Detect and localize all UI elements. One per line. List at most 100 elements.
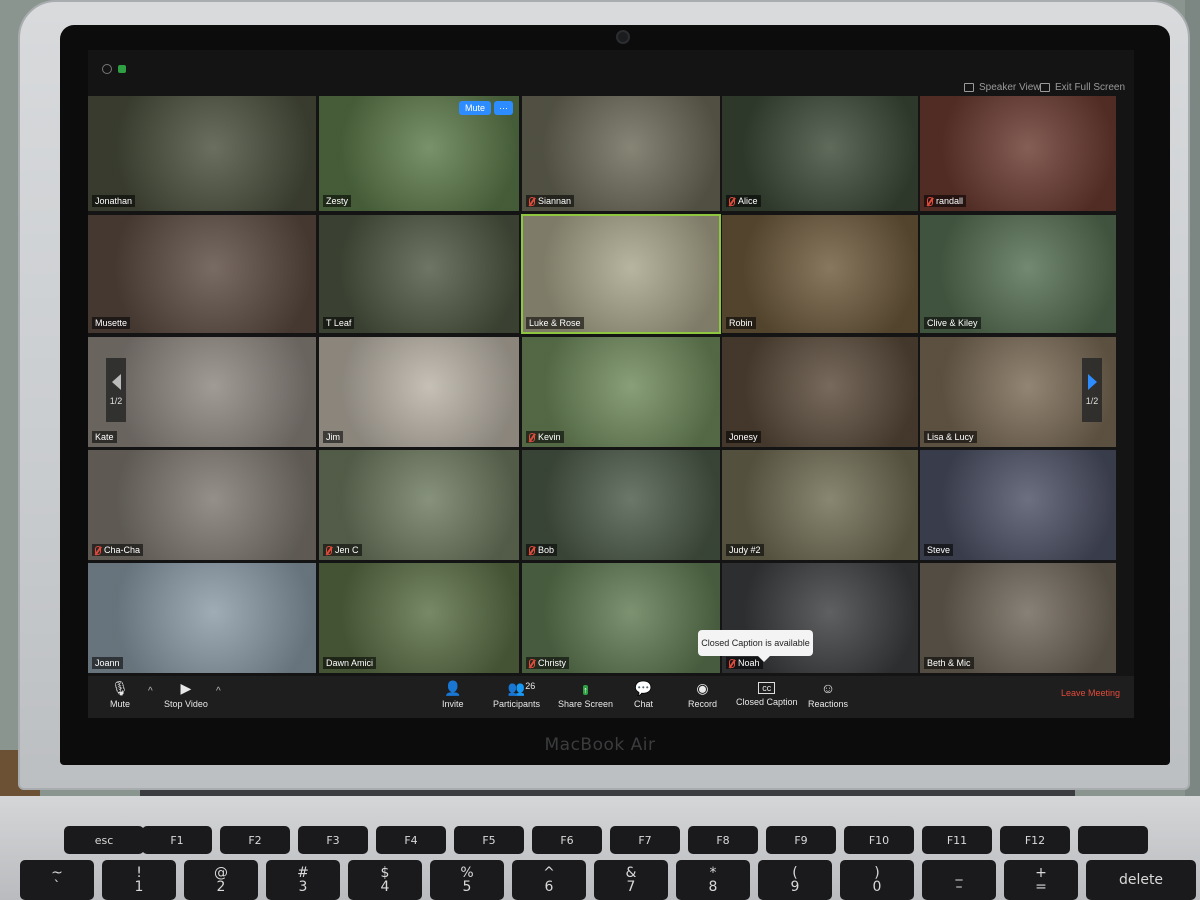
tile-hover-controls: Mute ··· <box>458 101 513 115</box>
closed-caption-button[interactable]: cc Closed Caption <box>736 680 798 707</box>
participant-name: Beth & Mic <box>927 658 971 668</box>
participant-name-label: Musette <box>92 317 131 329</box>
record-button[interactable]: ◉ Record <box>688 680 717 709</box>
video-tile[interactable]: Bob <box>522 450 720 560</box>
key-digit: 7 <box>626 879 636 895</box>
reactions-button[interactable]: ☺ Reactions <box>808 680 848 709</box>
muted-microphone-icon <box>927 196 933 206</box>
video-tile[interactable]: Jonesy <box>722 337 918 447</box>
participant-name: Noah <box>738 658 760 668</box>
participant-name: Jonesy <box>729 432 758 442</box>
stop-video-button[interactable]: ▶ Stop Video <box>164 680 208 709</box>
video-tile[interactable]: Zesty Mute ··· <box>319 96 519 211</box>
video-tile[interactable]: Christy <box>522 563 720 673</box>
participant-name: Christy <box>538 658 567 668</box>
chevron-left-icon <box>111 374 121 390</box>
participant-name-label: Steve <box>924 544 954 556</box>
video-tile[interactable]: Jim <box>319 337 519 447</box>
video-tile[interactable]: Siannan <box>522 96 720 211</box>
video-tile[interactable]: Dawn Amici <box>319 563 519 673</box>
muted-microphone-icon <box>729 658 735 668</box>
security-shield-icon[interactable] <box>102 64 112 74</box>
video-tile[interactable]: randall <box>920 96 1116 211</box>
share-screen-button[interactable]: ↑ Share Screen <box>558 680 613 709</box>
participant-name: Kate <box>95 432 114 442</box>
meeting-toolbar: 🎙 Mute ^ ▶ Stop Video ^ 👤 Invite 👥 26 Par… <box>88 676 1134 718</box>
video-tile[interactable]: Beth & Mic <box>920 563 1116 673</box>
video-tile[interactable]: Steve <box>920 450 1116 560</box>
participant-name-label: Zesty <box>323 195 352 207</box>
keyboard-key: F12 <box>1000 826 1070 854</box>
keyboard-key: & 7 <box>594 860 668 900</box>
keyboard-key: F1 <box>142 826 212 854</box>
participants-icon: 👥 26 <box>507 680 536 696</box>
key-digit: 3 <box>298 879 308 895</box>
video-tile[interactable]: Noah <box>722 563 918 673</box>
video-tile[interactable]: Luke & Rose <box>521 214 721 334</box>
muted-microphone-icon <box>529 658 535 668</box>
keyboard-key: $4 <box>348 860 422 900</box>
video-tile[interactable]: T Leaf <box>319 215 519 333</box>
chevron-right-icon <box>1087 374 1097 390</box>
participant-name-label: Bob <box>526 544 558 556</box>
keyboard-key: F5 <box>454 826 524 854</box>
participant-name: Kevin <box>538 432 561 442</box>
video-tile[interactable]: Jen C <box>319 450 519 560</box>
key-symbol: ) <box>874 865 880 881</box>
key-digit: 1 <box>134 879 144 895</box>
video-tile[interactable]: Clive & Kiley <box>920 215 1116 333</box>
video-tile[interactable]: Jonathan <box>88 96 316 211</box>
keyboard-key <box>1078 826 1148 854</box>
exit-full-screen-button[interactable]: Exit Full Screen <box>1040 82 1125 93</box>
audio-options-caret[interactable]: ^ <box>148 686 153 697</box>
mute-button[interactable]: 🎙 Mute <box>110 680 130 709</box>
participant-name-label: randall <box>924 195 967 207</box>
video-tile[interactable]: Joann <box>88 563 316 673</box>
number-key-row: ~ `! 1 @2 #3 $4% 5 ^ 6 & 7 * 8(9) 0 _ – + = delete <box>0 860 1200 900</box>
emoji-reaction-icon: ☺ <box>820 680 836 696</box>
participant-name: Cha-Cha <box>104 545 141 555</box>
participant-name: Zesty <box>326 196 349 206</box>
exit-fullscreen-icon <box>1040 83 1050 92</box>
key-digit: 6 <box>544 879 554 895</box>
participant-name: Joann <box>95 658 120 668</box>
keyboard-deck: esc F1 F2 F3 F4 F5 F6 F7 F8 F9 F10 F11 F12 ~ `! 1 @2 #3 $… <box>0 796 1200 900</box>
participant-name-label: Siannan <box>526 195 575 207</box>
video-tile[interactable]: Cha-Cha <box>88 450 316 560</box>
invite-button[interactable]: 👤 Invite <box>442 680 464 709</box>
tile-more-button[interactable]: ··· <box>494 101 513 115</box>
key-digit: – <box>955 879 963 895</box>
video-tile[interactable]: Kevin <box>522 337 720 447</box>
encryption-status-icon[interactable] <box>118 65 126 73</box>
key-digit: 5 <box>462 879 472 895</box>
participant-name: Siannan <box>538 196 572 206</box>
participant-name-label: Jonesy <box>726 431 761 443</box>
speaker-view-button[interactable]: Speaker View <box>964 82 1041 93</box>
webcam-icon <box>616 30 630 44</box>
participant-name: Judy #2 <box>729 545 761 555</box>
participant-name: Musette <box>95 318 128 328</box>
video-tile[interactable]: Alice <box>722 96 918 211</box>
video-tile[interactable]: Robin <box>722 215 918 333</box>
key-symbol: delete <box>1118 872 1164 888</box>
next-page-button[interactable]: 1/2 <box>1082 358 1102 422</box>
chat-button[interactable]: 💬 Chat <box>634 680 653 709</box>
participant-name-label: Christy <box>526 657 570 669</box>
video-tile[interactable]: Judy #2 <box>722 450 918 560</box>
participants-button[interactable]: 👥 26 Participants <box>493 680 540 709</box>
tile-mute-button[interactable]: Mute <box>458 101 491 115</box>
video-tile[interactable]: Musette <box>88 215 316 333</box>
previous-page-button[interactable]: 1/2 <box>106 358 126 422</box>
key-symbol: @ <box>214 865 228 881</box>
keyboard-key: F3 <box>298 826 368 854</box>
keyboard-key: esc <box>64 826 144 854</box>
leave-meeting-button[interactable]: Leave Meeting <box>1061 688 1120 698</box>
key-symbol: % <box>460 865 474 881</box>
keyboard-key: * 8 <box>676 860 750 900</box>
key-symbol: # <box>297 865 309 881</box>
keyboard-key: ! 1 <box>102 860 176 900</box>
video-options-caret[interactable]: ^ <box>216 686 221 697</box>
participant-name-label: Kevin <box>526 431 564 443</box>
keyboard-key: F8 <box>688 826 758 854</box>
participant-name-label: Lisa & Lucy <box>924 431 977 443</box>
